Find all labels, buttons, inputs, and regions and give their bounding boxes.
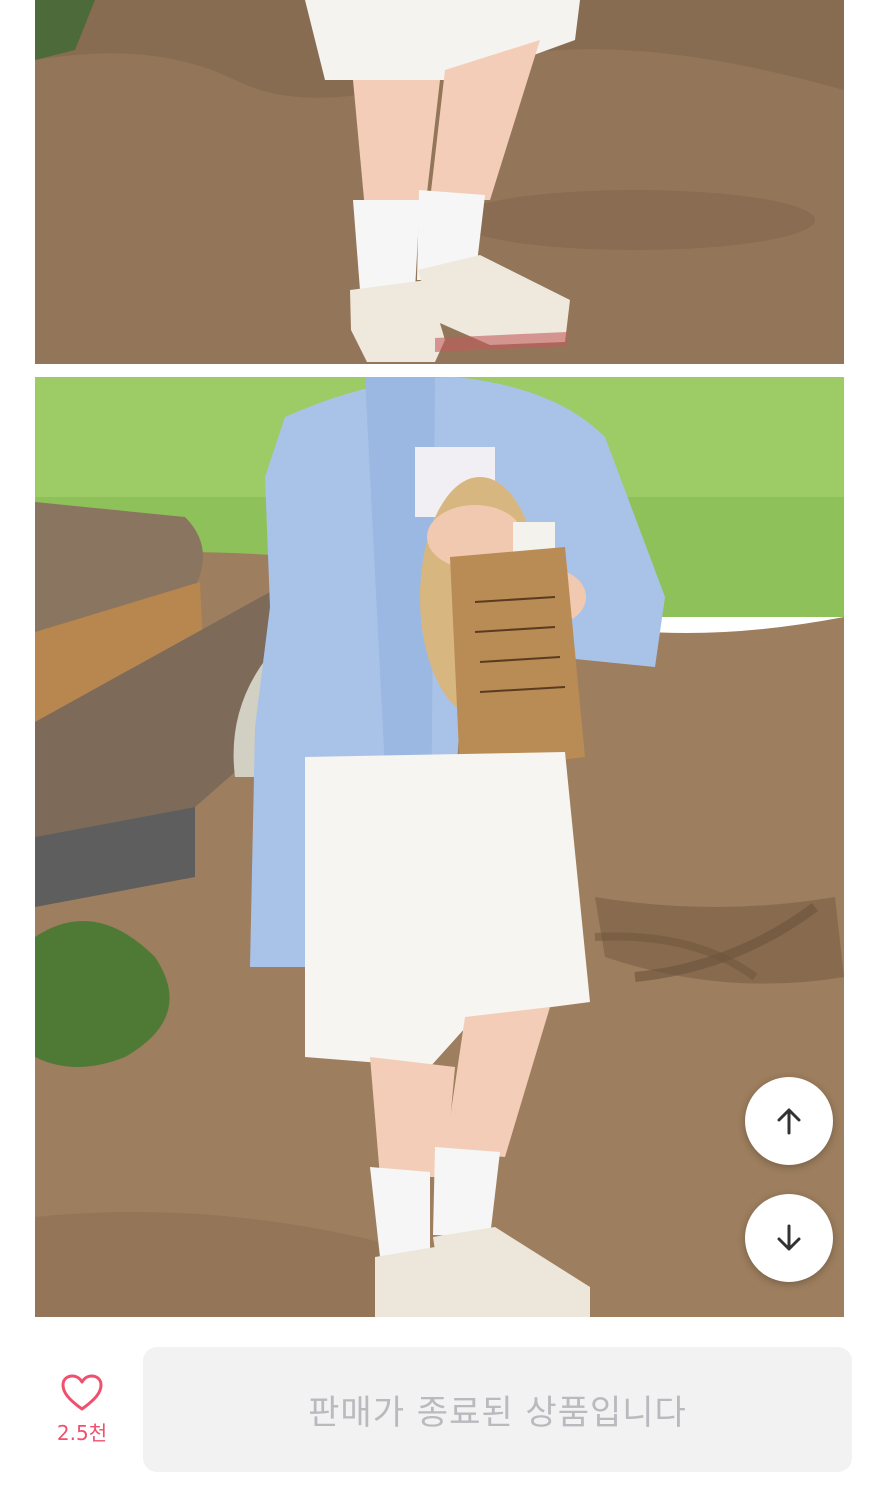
bottom-action-bar: 2.5천 판매가 종료된 상품입니다 [0, 1318, 879, 1500]
product-photo-2 [35, 377, 844, 1317]
photo-legs-illustration [35, 0, 844, 364]
heart-outline-icon [61, 1374, 103, 1411]
arrow-up-icon [777, 1108, 801, 1135]
scroll-down-button[interactable] [745, 1194, 833, 1282]
sold-out-label: 판매가 종료된 상품입니다 [308, 1393, 687, 1433]
photo-outfit-illustration [35, 377, 844, 1317]
arrow-down-icon [777, 1224, 801, 1251]
like-button[interactable]: 2.5천 [30, 1373, 134, 1463]
product-photo-1 [35, 0, 844, 364]
like-count: 2.5천 [56, 1421, 108, 1445]
sold-out-button: 판매가 종료된 상품입니다 [143, 1347, 852, 1472]
scroll-up-button[interactable] [745, 1077, 833, 1165]
